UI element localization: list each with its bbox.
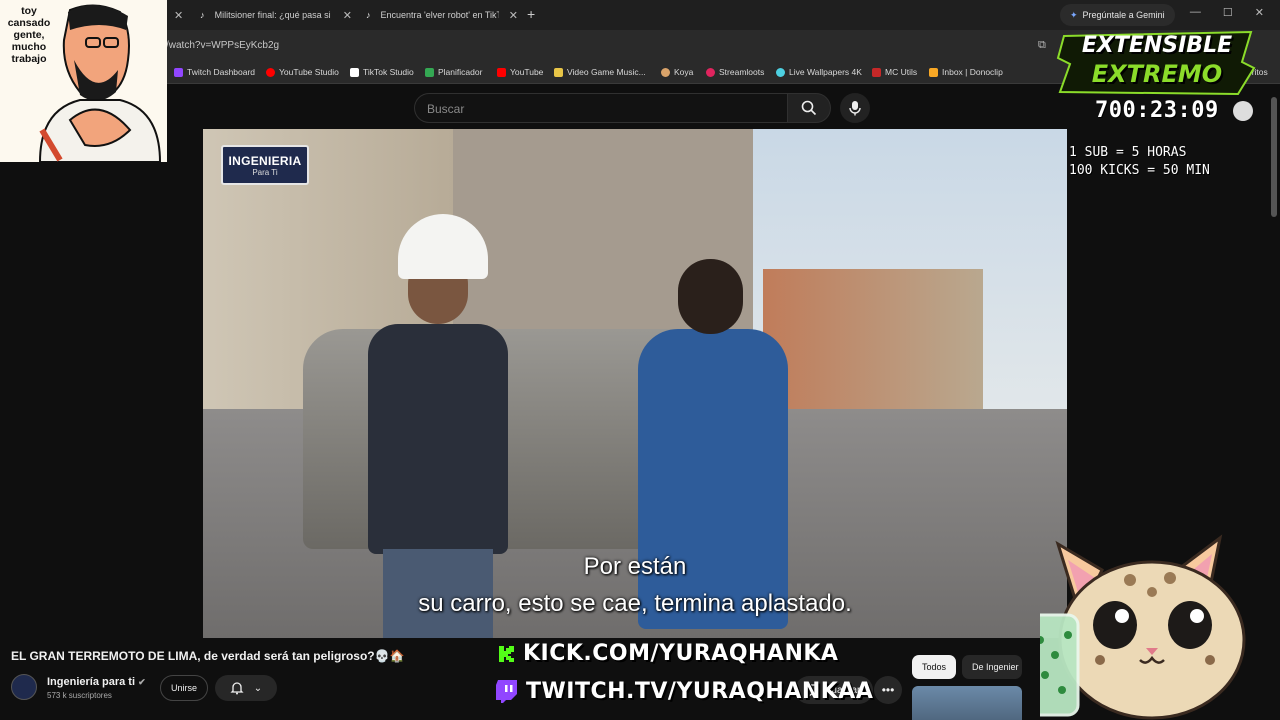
channel-watermark: INGENIERIA Para Ti — [221, 145, 309, 185]
screen: ✕ ♪ Militsioner final: ¿qué pasa si u ✕ … — [0, 0, 1280, 720]
tab-elver-robot[interactable]: ♪ Encuentra 'elver robot' en TikTo ✕ — [366, 4, 518, 26]
verified-icon: ✔ — [138, 677, 146, 687]
youtube-studio-icon — [266, 67, 275, 77]
video-reporter — [633, 259, 793, 638]
page-scrollbar[interactable] — [1271, 97, 1277, 217]
bookmark-streamloots[interactable]: Streamloots — [706, 67, 764, 77]
caption-line-1: Por están — [583, 553, 687, 580]
bookmark-donoclip[interactable]: Inbox | Donoclip — [929, 67, 1003, 77]
kick-icon — [497, 644, 515, 663]
subscriber-count: 573 k suscriptores — [47, 691, 112, 700]
bookmark-youtube[interactable]: YouTube — [497, 67, 543, 77]
bookmark-youtube-studio[interactable]: YouTube Studio — [266, 67, 339, 77]
channel-name[interactable]: Ingeniería para ti ✔ — [47, 676, 146, 688]
bookmark-live-wallpapers[interactable]: Live Wallpapers 4K — [776, 67, 862, 77]
mc-utils-icon — [872, 67, 881, 77]
subscribe-bell-button[interactable]: ⌄ — [215, 675, 277, 701]
chevron-down-icon: ⌄ — [253, 682, 263, 694]
donoclip-icon — [929, 67, 938, 77]
join-button[interactable]: Unirse — [160, 675, 208, 701]
streamer-avatar — [1233, 101, 1253, 121]
url-field[interactable]: /watch?v=WPPsEyKcb2g — [166, 40, 279, 51]
browser-tab-bar: ✕ ♪ Militsioner final: ¿qué pasa si u ✕ … — [0, 0, 1280, 30]
bookmark-twitch-dashboard[interactable]: Twitch Dashboard — [174, 67, 255, 77]
close-icon[interactable]: ✕ — [343, 9, 352, 22]
channel-avatar[interactable] — [11, 674, 37, 700]
more-icon: ••• — [881, 683, 895, 697]
tiktok-icon: ♪ — [366, 9, 371, 20]
search-button[interactable] — [787, 93, 831, 123]
cast-icon[interactable]: ⧉ — [1038, 39, 1046, 52]
close-icon[interactable]: ✕ — [509, 9, 518, 22]
cat-mascot-overlay — [1016, 520, 1270, 720]
new-tab-button[interactable]: + — [527, 6, 535, 22]
tiktok-icon — [350, 67, 359, 77]
twitch-link-overlay: TWITCH.TV/YURAQHANKAA — [494, 678, 873, 704]
tab-militsioner[interactable]: ♪ Militsioner final: ¿qué pasa si u ✕ — [200, 4, 352, 26]
bookmark-video-game-music[interactable]: Video Game Music... — [554, 67, 646, 77]
bookmark-planificador[interactable]: Planificador — [425, 67, 482, 77]
meme-character-icon — [38, 4, 162, 162]
microphone-icon — [849, 101, 861, 116]
gemini-icon: ✦ — [1070, 9, 1078, 20]
kick-link-overlay: KICK.COM/YURAQHANKA — [497, 641, 838, 666]
tiktok-icon: ♪ — [200, 9, 205, 20]
search-input[interactable]: Buscar — [414, 93, 787, 123]
video-buildings-far — [763, 269, 983, 409]
bookmark-koya[interactable]: Koya — [661, 67, 693, 77]
more-actions-button[interactable]: ••• — [874, 676, 902, 704]
maximize-icon[interactable]: ☐ — [1223, 6, 1233, 19]
tab-close-prev[interactable]: ✕ — [170, 4, 183, 26]
window-close-icon[interactable]: ✕ — [1255, 6, 1264, 19]
chip-ingenieria[interactable]: De Ingenier — [962, 655, 1022, 679]
related-video-thumbnail[interactable] — [912, 686, 1022, 720]
subathon-timer: 700:23:09 — [1095, 98, 1219, 123]
meme-overlay: toy cansado gente, mucho trabajo — [0, 0, 167, 162]
bell-icon — [230, 682, 244, 695]
subathon-rules: 1 SUB = 5 HORAS 100 KICKS = 50 MIN — [1069, 145, 1210, 178]
video-player[interactable]: INGENIERIA Para Ti Por están su carro, e… — [203, 129, 1067, 638]
streamloots-icon — [706, 67, 715, 77]
twitch-icon — [496, 680, 517, 703]
gemini-button[interactable]: ✦ Pregúntale a Gemini — [1060, 4, 1175, 26]
search-icon — [801, 100, 817, 116]
chip-all[interactable]: Todos — [912, 655, 957, 679]
bookmark-mc-utils[interactable]: MC Utils — [872, 67, 917, 77]
youtube-icon — [497, 67, 506, 77]
minimize-icon[interactable]: — — [1190, 6, 1201, 19]
music-icon — [554, 67, 563, 77]
video-title: EL GRAN TERREMOTO DE LIMA, de verdad ser… — [11, 649, 405, 663]
voice-search-button[interactable] — [840, 93, 870, 123]
bookmark-tiktok-studio[interactable]: TikTok Studio — [350, 67, 414, 77]
window-controls: — ☐ ✕ — [1190, 6, 1264, 19]
cat-mascot-icon — [1016, 534, 1246, 720]
twitch-icon — [174, 67, 183, 77]
extensible-extremo-logo: EXTENSIBLE EXTREMO — [1056, 30, 1258, 96]
wallpaper-icon — [776, 67, 785, 77]
caption-line-2: su carro, esto se cae, termina aplastado… — [418, 590, 852, 617]
planner-icon — [425, 67, 434, 77]
koya-icon — [661, 67, 670, 77]
